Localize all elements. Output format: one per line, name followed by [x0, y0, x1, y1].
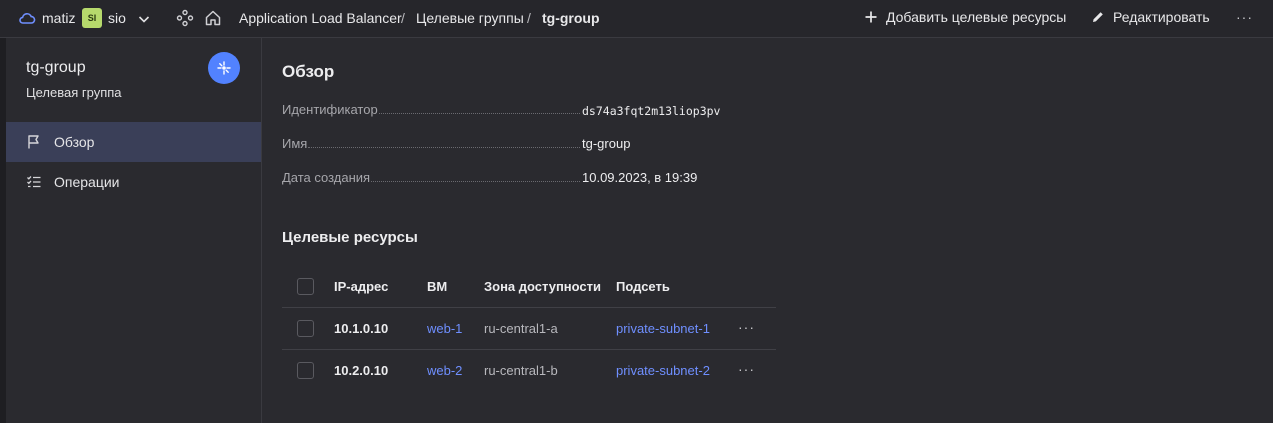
sidebar-subtitle: Целевая группа	[26, 85, 122, 100]
cloud-icon[interactable]	[18, 10, 36, 26]
field-created: Дата создания 10.09.2023, в 19:39	[282, 170, 752, 190]
cell-subnet-link[interactable]: private-subnet-1	[616, 321, 710, 336]
targets-table: IP-адрес ВМ Зона доступности Подсеть 10.…	[282, 266, 776, 392]
main-content: Обзор Идентификатор ds74a3fqt2m13liop3pv…	[263, 38, 1273, 423]
services-icon[interactable]	[176, 9, 194, 27]
chevron-down-icon[interactable]	[137, 12, 151, 26]
field-value: ds74a3fqt2m13liop3pv	[582, 104, 721, 118]
targets-heading: Целевые ресурсы	[282, 229, 418, 246]
plus-icon	[865, 11, 877, 23]
cell-zone: ru-central1-b	[484, 363, 558, 378]
add-targets-button[interactable]: Добавить целевые ресурсы	[864, 9, 1066, 25]
service-badge	[208, 52, 240, 84]
add-targets-label: Добавить целевые ресурсы	[886, 9, 1067, 25]
home-icon[interactable]	[204, 9, 222, 27]
cell-ip: 10.1.0.10	[334, 321, 389, 336]
field-label: Имя	[282, 136, 308, 151]
cell-ip: 10.2.0.10	[334, 363, 389, 378]
row-checkbox[interactable]	[297, 362, 314, 379]
overview-heading: Обзор	[282, 62, 335, 81]
table-row: 10.2.0.10 web-2 ru-central1-b private-su…	[282, 350, 776, 392]
sidebar: tg-group Целевая группа Обзор Операции	[6, 38, 262, 423]
field-name: Имя tg-group	[282, 136, 752, 156]
cell-subnet-link[interactable]: private-subnet-2	[616, 363, 710, 378]
more-icon[interactable]: ···	[1236, 9, 1252, 27]
cell-zone: ru-central1-a	[484, 321, 558, 336]
edit-label: Редактировать	[1113, 9, 1210, 25]
field-label: Идентификатор	[282, 102, 378, 117]
breadcrumb-separator: /	[401, 10, 405, 26]
column-header-ip[interactable]: IP-адрес	[334, 279, 388, 294]
breadcrumb-separator: /	[527, 10, 531, 26]
breadcrumb-current: tg-group	[542, 10, 600, 26]
dotted-leader	[308, 147, 580, 148]
cloud-name[interactable]: matiz	[42, 10, 75, 26]
sidebar-item-label: Обзор	[54, 134, 95, 150]
breadcrumb-alb[interactable]: Application Load Balancer	[239, 10, 402, 26]
load-balancer-icon	[217, 61, 231, 75]
column-header-zone[interactable]: Зона доступности	[484, 279, 601, 294]
table-header: IP-адрес ВМ Зона доступности Подсеть	[282, 266, 776, 308]
field-value: 10.09.2023, в 19:39	[582, 170, 698, 185]
row-more-icon[interactable]: ···	[738, 319, 755, 335]
select-all-checkbox[interactable]	[297, 278, 314, 295]
sidebar-title: tg-group	[26, 59, 86, 76]
list-icon	[27, 176, 41, 188]
dotted-leader	[378, 113, 580, 114]
cell-vm-link[interactable]: web-2	[427, 363, 462, 378]
folder-name[interactable]: sio	[108, 10, 126, 26]
cell-vm-link[interactable]: web-1	[427, 321, 462, 336]
column-header-subnet[interactable]: Подсеть	[616, 279, 670, 294]
breadcrumb-target-groups[interactable]: Целевые группы	[416, 10, 524, 26]
sidebar-item-overview[interactable]: Обзор	[6, 122, 261, 162]
top-bar: matiz SI sio Application Load Balancer /…	[0, 0, 1273, 38]
sidebar-item-operations[interactable]: Операции	[6, 162, 261, 202]
row-more-icon[interactable]: ···	[738, 361, 755, 377]
table-row: 10.1.0.10 web-1 ru-central1-a private-su…	[282, 308, 776, 350]
field-label: Дата создания	[282, 170, 371, 185]
folder-badge: SI	[82, 8, 102, 28]
sidebar-item-label: Операции	[54, 174, 120, 190]
row-checkbox[interactable]	[297, 320, 314, 337]
field-id: Идентификатор ds74a3fqt2m13liop3pv	[282, 102, 752, 122]
column-header-vm[interactable]: ВМ	[427, 279, 447, 294]
field-value: tg-group	[582, 136, 631, 151]
dotted-leader	[371, 181, 580, 182]
flag-icon	[28, 135, 39, 149]
edit-button[interactable]: Редактировать	[1091, 9, 1210, 25]
pencil-icon	[1093, 12, 1103, 22]
